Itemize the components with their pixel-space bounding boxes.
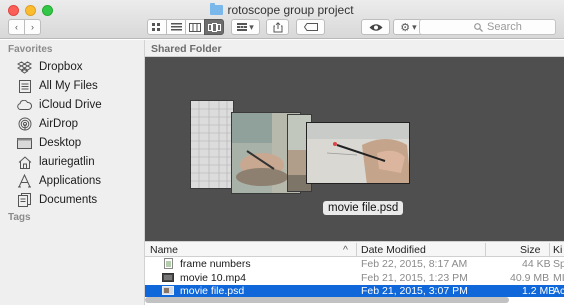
file-size: 40.9 MB — [510, 272, 550, 284]
file-size: 44 KB — [522, 258, 551, 270]
sidebar-item-label: iCloud Drive — [39, 99, 102, 111]
sidebar-item-label: Applications — [39, 175, 102, 187]
cloud-icon — [17, 98, 32, 112]
kind-column-header[interactable]: Ki — [553, 244, 562, 256]
path-title: Shared Folder — [145, 40, 564, 57]
sidebar-item-label: Documents — [39, 194, 98, 206]
icon-view-icon — [152, 23, 160, 31]
sort-ascending-icon: ^ — [343, 244, 348, 256]
name-column-header[interactable]: Name — [150, 244, 178, 256]
file-kind: Ac — [553, 285, 564, 297]
home-icon — [17, 155, 32, 169]
column-view-button[interactable] — [185, 19, 205, 35]
coverflow-spreadsheet-thumbnail[interactable] — [190, 100, 234, 189]
arrange-grid-icon — [237, 23, 248, 31]
applications-icon — [17, 174, 32, 188]
view-mode-segmented-control — [147, 19, 224, 35]
sidebar-item-label: lauriegatlin — [39, 156, 95, 168]
airdrop-icon — [17, 117, 32, 131]
column-divider — [485, 243, 486, 256]
coverflow-selected-thumbnail[interactable] — [306, 122, 410, 184]
tag-icon — [303, 23, 318, 31]
sidebar-item-airdrop[interactable]: AirDrop — [17, 115, 78, 133]
favorites-heading: Favorites — [8, 44, 53, 55]
sidebar-item-desktop[interactable]: Desktop — [17, 134, 81, 152]
title-bar: rotoscope group project ‹ › ▾ ⚙ ▾ Search — [0, 0, 564, 39]
sidebar-item-dropbox[interactable]: Dropbox — [17, 58, 82, 76]
search-placeholder: Search — [487, 21, 522, 33]
gear-icon: ⚙ — [400, 21, 411, 34]
date-column-header[interactable]: Date Modified — [361, 244, 426, 256]
sidebar-item-label: AirDrop — [39, 118, 78, 130]
table-row[interactable]: frame numbers Feb 22, 2015, 8:17 AM 44 K… — [145, 258, 564, 270]
all-files-icon — [17, 79, 32, 93]
coverflow-view-button[interactable] — [204, 19, 224, 35]
spreadsheet-file-icon — [164, 258, 173, 272]
sidebar-item-label: All My Files — [39, 80, 98, 92]
column-divider — [356, 243, 357, 256]
spreadsheet-preview-image — [191, 101, 233, 188]
table-row[interactable]: movie 10.mp4 Feb 21, 2015, 1:23 PM 40.9 … — [145, 272, 564, 284]
file-date: Feb 22, 2015, 8:17 AM — [361, 258, 468, 270]
sidebar-item-home[interactable]: lauriegatlin — [17, 153, 95, 171]
sidebar: Favorites Dropbox All My Files iCloud Dr… — [0, 40, 145, 305]
file-name: movie 10.mp4 — [180, 272, 246, 284]
file-date: Feb 21, 2015, 3:07 PM — [361, 285, 468, 297]
window-title: rotoscope group project — [0, 3, 564, 17]
sidebar-item-label: Desktop — [39, 137, 82, 149]
size-column-header[interactable]: Size — [520, 244, 540, 256]
hand-drawing-photo-image — [307, 123, 409, 183]
main-pane: Shared Folder movie file.psd Name ^ Date… — [145, 40, 564, 305]
table-row-selected[interactable]: movie file.psd Feb 21, 2015, 3:07 PM 1.2… — [145, 285, 564, 297]
sidebar-item-documents[interactable]: Documents — [17, 191, 97, 209]
chevron-down-icon: ▾ — [412, 21, 417, 32]
share-button[interactable] — [266, 19, 289, 35]
back-button[interactable]: ‹ — [8, 19, 25, 35]
column-divider — [549, 243, 550, 256]
window-title-text: rotoscope group project — [227, 3, 354, 17]
sidebar-item-all-my-files[interactable]: All My Files — [17, 77, 98, 95]
chevron-left-icon: ‹ — [15, 22, 18, 32]
edit-tags-button[interactable] — [296, 19, 325, 35]
sidebar-item-icloud-drive[interactable]: iCloud Drive — [17, 96, 102, 114]
search-input[interactable]: Search — [419, 19, 556, 35]
arrange-button[interactable]: ▾ — [231, 19, 260, 35]
file-name: frame numbers — [180, 258, 251, 270]
chevron-down-icon: ▾ — [249, 21, 254, 32]
file-kind: Sp — [553, 258, 564, 270]
file-name: movie file.psd — [180, 285, 245, 297]
documents-icon — [17, 193, 32, 207]
horizontal-scrollbar[interactable] — [145, 297, 509, 303]
coverflow-view-icon — [207, 22, 221, 32]
share-icon — [273, 21, 282, 32]
file-kind: MI — [553, 272, 564, 284]
icon-view-button[interactable] — [147, 19, 167, 35]
folder-icon — [210, 3, 224, 15]
file-size: 1.2 MB — [522, 285, 556, 297]
list-view-button[interactable] — [166, 19, 186, 35]
sidebar-item-applications[interactable]: Applications — [17, 172, 101, 190]
eye-icon — [369, 23, 382, 31]
dropbox-icon — [17, 60, 32, 74]
list-view-icon — [170, 23, 182, 31]
coverflow-preview: movie file.psd — [145, 57, 564, 252]
quick-look-button[interactable] — [361, 19, 390, 35]
file-list-header: Name ^ Date Modified Size Ki — [145, 241, 564, 257]
chevron-right-icon: › — [31, 22, 34, 32]
tags-heading: Tags — [8, 212, 31, 223]
desktop-icon — [17, 136, 32, 150]
sidebar-item-label: Dropbox — [39, 61, 83, 73]
coverflow-filename-label: movie file.psd — [323, 201, 404, 215]
file-date: Feb 21, 2015, 1:23 PM — [361, 272, 468, 284]
column-view-icon — [189, 22, 201, 32]
search-icon — [474, 22, 483, 32]
forward-button[interactable]: › — [24, 19, 41, 35]
movie-file-icon — [162, 273, 174, 285]
